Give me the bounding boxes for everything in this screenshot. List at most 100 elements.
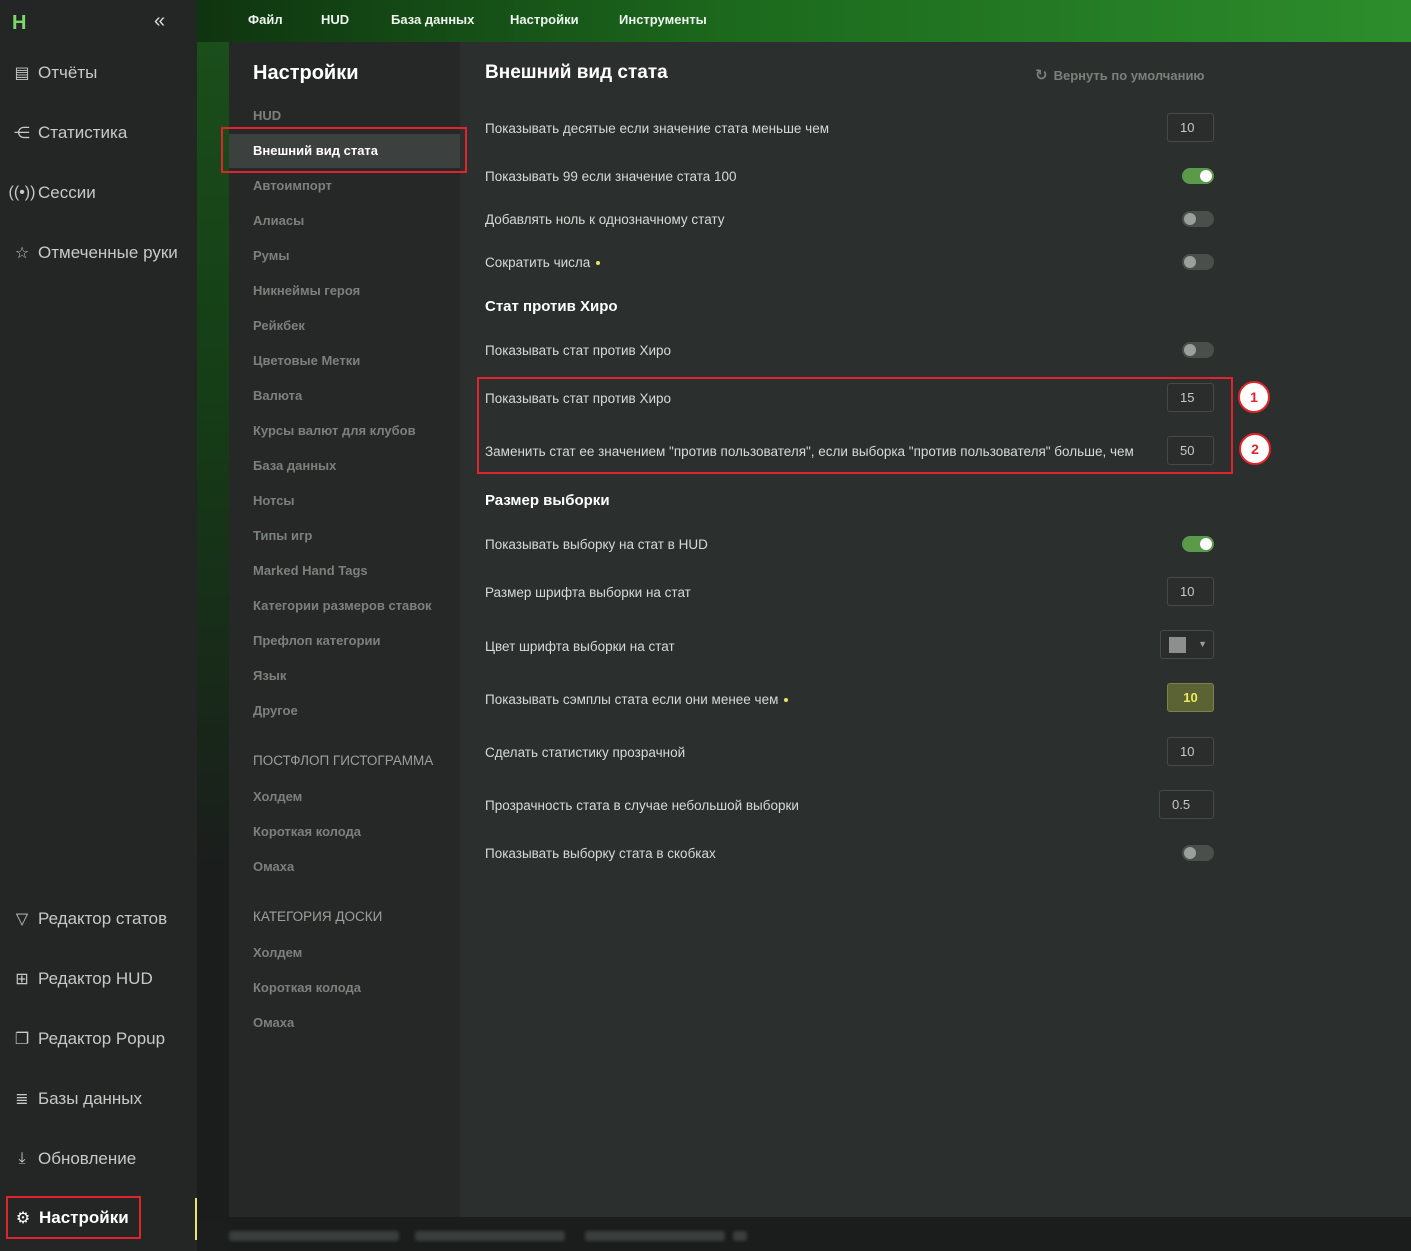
menu-database[interactable]: База данных	[391, 12, 474, 27]
opacity-input[interactable]: 0.5	[1159, 790, 1214, 819]
sidebar-item-statistics[interactable]: ⋲ Статистика	[10, 117, 190, 149]
samples-under-input[interactable]: 10	[1167, 683, 1214, 712]
brackets-toggle[interactable]	[1182, 845, 1214, 861]
row-label: Показывать 99 если значение стата 100	[485, 169, 737, 184]
settings-nav-item[interactable]: Префлоп категории	[253, 633, 381, 648]
sidebar-item-label: Обновление	[38, 1149, 137, 1168]
sidebar-item-update[interactable]: ⤓ Обновление	[10, 1143, 190, 1175]
indicator-dot	[596, 261, 601, 266]
settings-nav-item[interactable]: Категории размеров ставок	[253, 598, 432, 613]
shorten-toggle[interactable]	[1182, 254, 1214, 270]
row-label: Добавлять ноль к однозначному стату	[485, 212, 725, 227]
show99-toggle[interactable]	[1182, 168, 1214, 184]
settings-nav-item[interactable]: Никнеймы героя	[253, 283, 360, 298]
row-label: Показывать сэмплы стата если они менее ч…	[485, 692, 789, 707]
download-icon: ⤓	[18, 1150, 26, 1167]
vs-user-threshold-input[interactable]: 50	[1167, 436, 1214, 465]
sidebar-item-label: Редактор статов	[38, 909, 168, 928]
row-label: Показывать выборку стата в скобках	[485, 846, 716, 861]
sidebar-item-sessions[interactable]: ((•)) Сессии	[8, 177, 190, 209]
sidebar-item-databases[interactable]: ≣ Базы данных	[10, 1083, 190, 1115]
settings-nav-item[interactable]: Автоимпорт	[253, 178, 332, 193]
row-label: Сделать статистику прозрачной	[485, 745, 686, 760]
settings-nav-item[interactable]: Румы	[253, 248, 289, 263]
settings-nav-item[interactable]: Холдем	[253, 789, 302, 804]
section-title-hero: Стат против Хиро	[485, 298, 618, 315]
show-vs-hero-toggle[interactable]	[1182, 342, 1214, 358]
sidebar-item-label: Редактор Popup	[38, 1029, 166, 1048]
row-label: Размер шрифта выборки на стат	[485, 585, 691, 600]
settings-group-hud: HUD	[253, 108, 282, 123]
double-chevron-left-icon[interactable]: «	[154, 10, 165, 33]
reset-label: Вернуть по умолчанию	[1053, 67, 1205, 83]
menu-settings[interactable]: Настройки	[510, 12, 579, 27]
row-label: Цвет шрифта выборки на стат	[485, 639, 675, 654]
settings-nav-item[interactable]: Marked Hand Tags	[253, 563, 368, 578]
menu-tools[interactable]: Инструменты	[619, 12, 707, 27]
settings-nav-item[interactable]: Типы игр	[253, 528, 312, 543]
sidebar-item-hud-editor[interactable]: ⊞ Редактор HUD	[10, 963, 190, 995]
annotation-badge-2: 2	[1239, 433, 1271, 465]
sidebar-item-marked-hands[interactable]: ☆ Отмеченные руки	[10, 237, 190, 269]
leading-zero-toggle[interactable]	[1182, 211, 1214, 227]
settings-nav-item[interactable]: Язык	[253, 668, 286, 683]
left-sidebar: H « ▤ Отчёты ⋲ Статистика ((•)) Сессии ☆…	[0, 0, 197, 1251]
annotation-badge-1: 1	[1238, 381, 1270, 413]
annotation-highlight-nav	[221, 127, 467, 173]
menu-hud[interactable]: HUD	[321, 12, 349, 27]
settings-nav-item[interactable]: Нотсы	[253, 493, 295, 508]
broadcast-icon: ((•))	[8, 184, 36, 201]
sidebar-item-label: Настройки	[39, 1207, 129, 1227]
sample-font-size-input[interactable]: 10	[1167, 577, 1214, 606]
row-label: Прозрачность стата в случае небольшой вы…	[485, 798, 799, 813]
settings-nav-item[interactable]: Валюта	[253, 388, 302, 403]
sidebar-item-label: Сессии	[38, 183, 96, 202]
settings-nav-item[interactable]: Курсы валют для клубов	[253, 423, 416, 438]
settings-nav: Настройки HUD Внешний вид стата Автоимпо…	[229, 42, 460, 1217]
settings-group-postflop: ПОСТФЛОП ГИСТОГРАММА	[253, 753, 434, 768]
row-label: Показывать стат против Хиро	[485, 391, 672, 406]
sidebar-item-popup-editor[interactable]: ❐ Редактор Popup	[10, 1023, 190, 1055]
sidebar-item-label: Базы данных	[38, 1089, 143, 1108]
sidebar-item-stat-editor[interactable]: ▽ Редактор статов	[10, 903, 190, 935]
database-icon: ≣	[15, 1091, 29, 1108]
settings-nav-item[interactable]: Цветовые Метки	[253, 353, 360, 368]
settings-nav-item[interactable]: Короткая колода	[253, 824, 361, 839]
settings-panel: Настройки HUD Внешний вид стата Автоимпо…	[221, 42, 1411, 1217]
settings-nav-item[interactable]: Холдем	[253, 945, 302, 960]
settings-nav-item[interactable]: Омаха	[253, 859, 294, 874]
share-nodes-icon: ⋲	[14, 125, 30, 142]
background-gradient	[197, 42, 229, 1222]
filter-icon: ▽	[15, 911, 29, 928]
layout-icon: ⊞	[15, 971, 29, 988]
popup-icon: ❐	[14, 1031, 30, 1048]
row-label: Сократить числа	[485, 255, 601, 270]
menu-file[interactable]: Файл	[248, 12, 283, 27]
top-menu-bar: Файл HUD База данных Настройки Инструмен…	[197, 0, 1411, 42]
settings-nav-item[interactable]: Другое	[253, 703, 298, 718]
blurred-status-text	[585, 1231, 725, 1241]
row-label: Показывать стат против Хиро	[485, 343, 672, 358]
tenths-threshold-input[interactable]: 10	[1167, 113, 1214, 142]
settings-nav-item[interactable]: Алиасы	[253, 213, 304, 228]
sample-font-color-select[interactable]: ▼	[1160, 630, 1214, 659]
settings-nav-item[interactable]: Рейкбек	[253, 318, 305, 333]
report-icon: ▤	[14, 65, 30, 82]
vs-hero-min-input[interactable]: 15	[1167, 383, 1214, 412]
settings-nav-item[interactable]: Омаха	[253, 1015, 294, 1030]
chevron-down-icon: ▼	[1198, 639, 1207, 649]
transparent-threshold-input[interactable]: 10	[1167, 737, 1214, 766]
row-label: Показывать выборку на стат в HUD	[485, 537, 708, 552]
settings-nav-item[interactable]: Короткая колода	[253, 980, 361, 995]
sidebar-item-label: Статистика	[38, 123, 128, 142]
section-title-sample: Размер выборки	[485, 492, 610, 509]
sidebar-item-reports[interactable]: ▤ Отчёты	[10, 57, 190, 89]
settings-group-board: КАТЕГОРИЯ ДОСКИ	[253, 909, 383, 924]
sidebar-item-label: Отчёты	[38, 63, 98, 82]
settings-nav-item[interactable]: База данных	[253, 458, 336, 473]
sidebar-item-settings[interactable]: ⚙ Настройки	[6, 1196, 141, 1239]
starred-list-icon: ☆	[14, 245, 30, 262]
show-sample-toggle[interactable]	[1182, 536, 1214, 552]
sidebar-item-label: Отмеченные руки	[38, 243, 178, 262]
reset-defaults-button[interactable]: ↻ Вернуть по умолчанию	[1035, 66, 1205, 84]
